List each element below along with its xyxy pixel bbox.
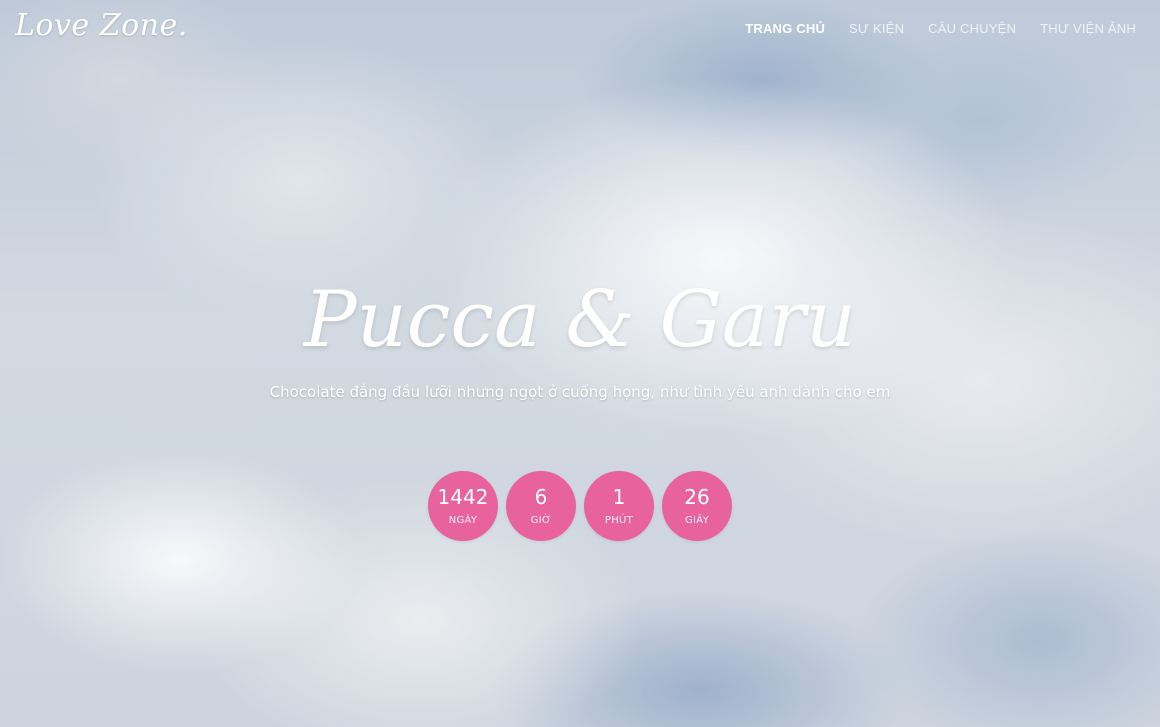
- countdown-days-label: NGÀY: [448, 514, 478, 526]
- countdown: 1442 NGÀY 6 GIỜ 1 PHÚT 26 GIÂY: [0, 471, 1160, 541]
- nav-item-home[interactable]: TRANG CHỦ: [745, 21, 825, 36]
- hero-title: Pucca & Garu: [304, 275, 856, 365]
- countdown-hours-label: GIỜ: [530, 514, 552, 526]
- countdown-minutes-value: 1: [612, 484, 626, 509]
- countdown-minutes: 1 PHÚT: [584, 471, 654, 541]
- countdown-seconds-label: GIÂY: [684, 514, 710, 526]
- countdown-hours: 6 GIỜ: [506, 471, 576, 541]
- countdown-seconds: 26 GIÂY: [662, 471, 732, 541]
- countdown-hours-value: 6: [534, 484, 548, 509]
- nav-item-gallery[interactable]: THƯ VIỆN ẢNH: [1040, 21, 1136, 36]
- main-nav: TRANG CHỦ SỰ KIỆN CÂU CHUYỆN THƯ VIỆN ẢN…: [745, 21, 1136, 36]
- countdown-days-value: 1442: [437, 484, 489, 509]
- logo[interactable]: Love Zone.: [15, 8, 188, 43]
- countdown-seconds-value: 26: [684, 484, 710, 509]
- nav-item-story[interactable]: CÂU CHUYỆN: [928, 21, 1016, 36]
- nav-item-events[interactable]: SỰ KIỆN: [849, 21, 904, 36]
- countdown-days: 1442 NGÀY: [428, 471, 498, 541]
- countdown-minutes-label: PHÚT: [604, 514, 634, 526]
- hero-section: Pucca & Garu Chocolate đắng đầu lưỡi như…: [0, 270, 1160, 401]
- hero-subtitle: Chocolate đắng đầu lưỡi nhưng ngọt ở cuố…: [269, 383, 891, 402]
